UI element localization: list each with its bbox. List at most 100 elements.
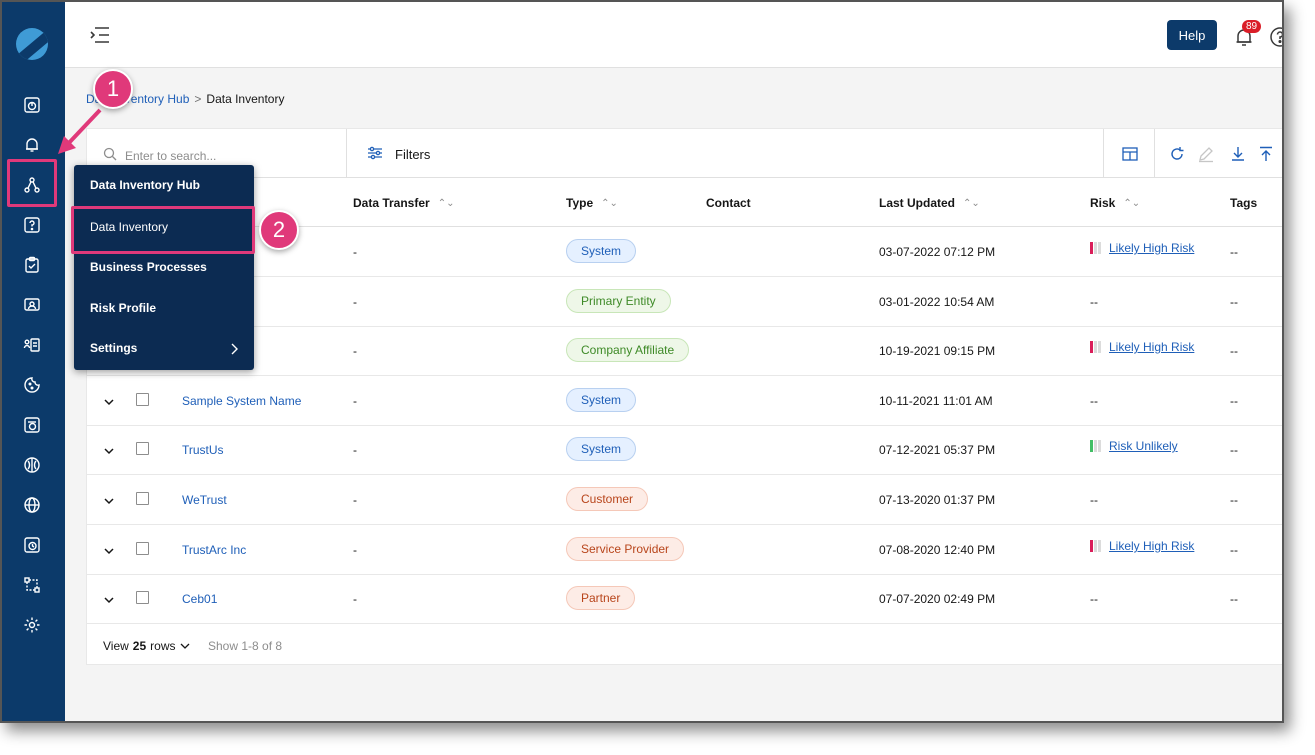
consent-nav-icon[interactable] — [19, 292, 45, 318]
refresh-icon[interactable] — [1168, 145, 1186, 163]
col-type[interactable]: Type ⌃⌄ — [566, 196, 618, 210]
risk-bars-icon — [1090, 242, 1101, 254]
data-transfer-value: - — [353, 344, 357, 358]
assessment-nav-icon[interactable] — [19, 252, 45, 278]
tags-value: -- — [1230, 592, 1238, 606]
risk-indicator: Risk Unlikely — [1090, 439, 1178, 453]
risk-link[interactable]: Likely High Risk — [1109, 241, 1194, 255]
data-transfer-value: - — [353, 543, 357, 557]
global-nav-icon[interactable] — [19, 492, 45, 518]
menu-item-settings[interactable]: Settings — [90, 341, 137, 355]
view-count: 25 — [132, 639, 147, 653]
row-checkbox[interactable] — [136, 492, 149, 505]
row-name-link[interactable]: WeTrust — [182, 493, 227, 507]
sort-icon: ⌃⌄ — [1123, 197, 1141, 209]
dashboard-icon[interactable] — [19, 92, 45, 118]
toolbar-divider — [346, 129, 347, 178]
tags-value: -- — [1230, 394, 1238, 408]
risk-link[interactable]: Likely High Risk — [1109, 340, 1194, 354]
bell-nav-icon[interactable] — [19, 132, 45, 158]
menu-item-business-processes[interactable]: Business Processes — [90, 260, 207, 274]
expand-row-chevron-icon[interactable] — [103, 494, 115, 506]
requests-nav-icon[interactable] — [19, 332, 45, 358]
download-icon[interactable] — [1229, 145, 1247, 163]
callout-1: 1 — [93, 69, 133, 109]
col-tags-label: Tags — [1230, 196, 1258, 210]
type-tag: Service Provider — [566, 537, 685, 561]
breadcrumb-separator: > — [194, 92, 202, 106]
expand-row-chevron-icon[interactable] — [103, 395, 115, 407]
row-name-link[interactable]: TrustArc Inc — [182, 543, 246, 557]
help-nav-icon[interactable] — [19, 212, 45, 238]
risk-value: -- — [1090, 295, 1098, 309]
sort-icon: ⌃⌄ — [601, 197, 618, 209]
search-box[interactable]: Enter to search... — [103, 147, 216, 164]
search-placeholder: Enter to search... — [125, 148, 217, 163]
risk-bars-icon — [1090, 540, 1101, 552]
table-row[interactable]: Sample System Name - System 10-11-2021 1… — [87, 376, 1282, 426]
col-last-updated[interactable]: Last Updated ⌃⌄ — [879, 196, 980, 210]
row-name-link[interactable]: TrustUs — [182, 443, 224, 457]
privacy-nav-icon[interactable] — [19, 412, 45, 438]
cookie-nav-icon[interactable] — [19, 372, 45, 398]
history-nav-icon[interactable] — [19, 532, 45, 558]
app-window: Help 89 Data Inventory Hub > Data Inventor… — [0, 0, 1284, 723]
menu-toggle-icon[interactable] — [89, 26, 111, 44]
expand-row-chevron-icon[interactable] — [103, 593, 115, 605]
question-icon[interactable] — [1269, 26, 1282, 48]
filters-button[interactable]: Filters — [367, 146, 430, 163]
tags-value: -- — [1230, 245, 1238, 259]
row-checkbox[interactable] — [136, 442, 149, 455]
toolbar-divider — [1103, 129, 1104, 178]
last-updated-value: 07-08-2020 12:40 PM — [879, 543, 996, 557]
col-type-label: Type — [566, 196, 594, 210]
table-row[interactable]: TrustUs - System 07-12-2021 05:37 PM Ris… — [87, 425, 1282, 475]
expand-row-chevron-icon[interactable] — [103, 544, 115, 556]
last-updated-value: 03-07-2022 07:12 PM — [879, 245, 996, 259]
table-row[interactable]: Ceb01 - Partner 07-07-2020 02:49 PM -- -… — [87, 574, 1282, 624]
table-row[interactable]: TrustArc Inc - Service Provider 07-08-20… — [87, 525, 1282, 575]
risk-bars-icon — [1090, 341, 1101, 353]
data-transfer-value: - — [353, 443, 357, 457]
settings-nav-icon[interactable] — [19, 612, 45, 638]
edit-icon[interactable] — [1197, 145, 1215, 163]
chevron-right-icon — [230, 342, 238, 360]
type-tag: System — [566, 437, 637, 461]
workflow-nav-icon[interactable] — [19, 572, 45, 598]
toolbar-divider — [1154, 129, 1155, 178]
menu-item-risk-profile[interactable]: Risk Profile — [90, 301, 156, 315]
risk-value: -- — [1090, 493, 1098, 507]
type-tag: Company Affiliate — [566, 338, 690, 362]
table-row[interactable]: WeTrust - Customer 07-13-2020 01:37 PM -… — [87, 475, 1282, 525]
risk-indicator: Likely High Risk — [1090, 241, 1194, 255]
upload-icon[interactable] — [1257, 145, 1275, 163]
row-checkbox[interactable] — [136, 393, 149, 406]
type-tag: Primary Entity — [566, 289, 671, 313]
menu-item-data-inventory-hub[interactable]: Data Inventory Hub — [90, 178, 200, 192]
data-table-card: Enter to search... Filters Data Transfer… — [86, 128, 1282, 665]
tags-value: -- — [1230, 295, 1238, 309]
expand-row-chevron-icon[interactable] — [103, 444, 115, 456]
risk-link[interactable]: Risk Unlikely — [1109, 439, 1178, 453]
app-logo-icon[interactable] — [16, 28, 48, 60]
row-name-link[interactable]: Sample System Name — [182, 394, 301, 408]
column-settings-icon[interactable] — [1121, 145, 1139, 163]
row-name-link[interactable]: Ceb01 — [182, 592, 217, 606]
view-suffix: rows — [150, 639, 176, 653]
brain-nav-icon[interactable] — [19, 452, 45, 478]
table-row[interactable]: ary Entity - Primary Entity 03-01-2022 1… — [87, 277, 1282, 327]
rows-per-page-select[interactable]: View 25 rows — [103, 639, 190, 653]
type-tag: System — [566, 239, 637, 263]
last-updated-value: 10-11-2021 11:01 AM — [879, 394, 993, 408]
help-button[interactable]: Help — [1167, 20, 1217, 50]
risk-indicator: Likely High Risk — [1090, 539, 1194, 553]
top-bar: Help 89 — [65, 2, 1282, 68]
table-row[interactable]: - Company Affiliate 10-19-2021 09:15 PM … — [87, 326, 1282, 376]
view-prefix: View — [103, 639, 129, 653]
col-data-transfer[interactable]: Data Transfer ⌃⌄ — [353, 196, 454, 210]
row-checkbox[interactable] — [136, 591, 149, 604]
risk-link[interactable]: Likely High Risk — [1109, 539, 1194, 553]
row-checkbox[interactable] — [136, 542, 149, 555]
col-contact: Contact — [706, 196, 751, 210]
col-risk[interactable]: Risk ⌃⌄ — [1090, 196, 1140, 210]
